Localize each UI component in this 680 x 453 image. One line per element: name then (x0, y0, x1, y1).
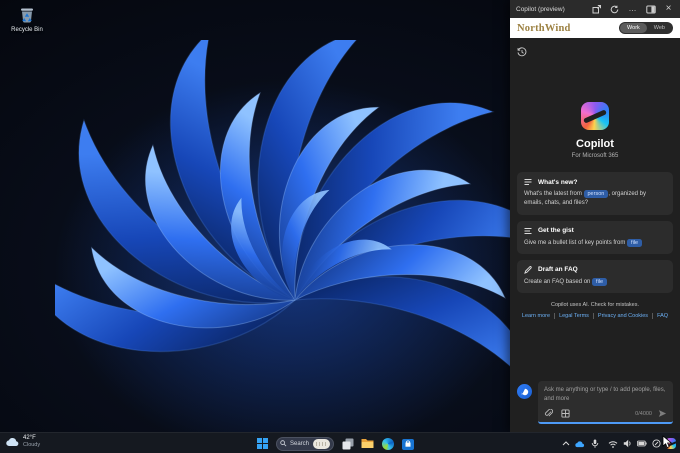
card-body: What's the latest from person, organized… (524, 190, 666, 209)
privacy-cookies-link[interactable]: Privacy and Cookies (594, 313, 654, 320)
more-options-icon[interactable]: … (627, 4, 638, 15)
file-explorer-button[interactable] (361, 437, 374, 450)
file-chip[interactable]: file (592, 277, 608, 286)
chat-input[interactable] (544, 386, 667, 406)
apps-grid-icon[interactable] (561, 409, 570, 418)
pencil-icon (524, 265, 532, 274)
dock-panel-icon[interactable] (645, 4, 656, 15)
prompt-card-whats-new[interactable]: What's new? What's the latest from perso… (517, 172, 673, 215)
card-title: What's new? (538, 178, 578, 186)
work-web-toggle: Work Web (619, 22, 673, 34)
copilot-hero: Copilot For Microsoft 365 (517, 102, 673, 159)
copilot-subtitle: For Microsoft 365 (571, 153, 619, 159)
mouse-cursor (662, 435, 673, 449)
weather-condition: Cloudy (23, 442, 41, 449)
recycle-bin-icon (17, 5, 37, 25)
taskbar: 42°F Cloudy Search (0, 432, 680, 453)
copilot-logo-icon (581, 102, 609, 130)
taskbar-search[interactable]: Search (276, 436, 334, 451)
microsoft-store-button[interactable] (401, 437, 414, 450)
windows-ink-pen-icon[interactable] (652, 438, 662, 450)
faq-link[interactable]: FAQ (653, 313, 672, 319)
copilot-panel: Copilot (preview) … × NorthWind Work Web… (510, 0, 680, 432)
toggle-option-web[interactable]: Web (647, 23, 672, 33)
panel-title: Copilot (preview) (516, 5, 565, 13)
brand-logo: NorthWind (517, 22, 571, 34)
prompt-cards: What's new? What's the latest from perso… (517, 172, 673, 294)
card-body-text: Create an FAQ based on (524, 278, 593, 285)
panel-body: Copilot For Microsoft 365 What's new? Wh… (510, 38, 680, 432)
task-view-button[interactable] (341, 437, 354, 450)
search-highlight-badge[interactable] (313, 438, 330, 449)
toggle-option-work[interactable]: Work (620, 23, 647, 33)
ai-disclaimer: Copilot uses AI. Check for mistakes. Lea… (517, 302, 673, 320)
microphone-icon[interactable] (590, 438, 600, 450)
search-icon (280, 440, 287, 447)
open-in-new-window-icon[interactable] (591, 4, 602, 15)
attach-paperclip-icon[interactable] (544, 409, 553, 418)
panel-titlebar: Copilot (preview) … × (510, 0, 680, 18)
battery-icon[interactable] (637, 438, 647, 450)
system-tray (561, 433, 676, 453)
close-icon[interactable]: × (663, 4, 674, 15)
recycle-bin[interactable]: Recycle Bin (6, 5, 48, 33)
volume-icon[interactable] (623, 438, 633, 450)
whats-new-icon (524, 178, 532, 186)
weather-temperature: 42°F (23, 435, 36, 441)
brand-bar: NorthWind Work Web (510, 18, 680, 38)
legal-terms-link[interactable]: Legal Terms (555, 313, 594, 320)
refresh-icon[interactable] (609, 4, 620, 15)
person-chip[interactable]: person (583, 190, 609, 198)
prompt-card-draft-faq[interactable]: Draft an FAQ Create an FAQ based on file (517, 259, 673, 294)
summary-lines-icon (524, 227, 532, 235)
weather-widget[interactable]: 42°F Cloudy (6, 435, 40, 449)
search-label: Search (290, 440, 310, 447)
edge-browser-button[interactable] (381, 437, 394, 450)
send-icon[interactable] (658, 409, 667, 418)
cloud-icon (6, 437, 19, 446)
card-title: Get the gist (538, 227, 574, 235)
history-icon[interactable] (517, 47, 527, 57)
recycle-bin-label: Recycle Bin (11, 27, 43, 33)
ai-disclaimer-text: Copilot uses AI. Check for mistakes. (550, 302, 640, 309)
char-counter: 0/4000 (635, 410, 652, 417)
prompt-card-get-the-gist[interactable]: Get the gist Give me a bullet list of ke… (517, 220, 673, 254)
card-body-text: What's the latest from (524, 191, 584, 197)
start-button[interactable] (256, 437, 269, 450)
card-body: Create an FAQ based on file (524, 277, 666, 287)
file-chip[interactable]: file (627, 238, 643, 247)
chat-composer: 0/4000 (517, 381, 673, 424)
card-body-text: Give me a bullet list of key points from (524, 239, 628, 246)
chat-input-box: 0/4000 (538, 381, 673, 424)
onedrive-icon[interactable] (575, 438, 585, 450)
bloom-wallpaper-graphic (55, 40, 525, 440)
learn-more-link[interactable]: Learn more (518, 313, 556, 320)
hidden-icons-chevron-icon[interactable] (561, 438, 571, 450)
screen: Recycle Bin Copilot (preview) … × NorthW… (0, 0, 680, 453)
new-topic-button[interactable] (517, 384, 532, 399)
disclaimer-links: Learn more Legal Terms Privacy and Cooki… (517, 313, 673, 320)
card-title: Draft an FAQ (538, 266, 578, 274)
copilot-app-name: Copilot (576, 138, 614, 150)
card-body: Give me a bullet list of key points from… (524, 238, 666, 248)
wifi-icon[interactable] (608, 438, 618, 450)
